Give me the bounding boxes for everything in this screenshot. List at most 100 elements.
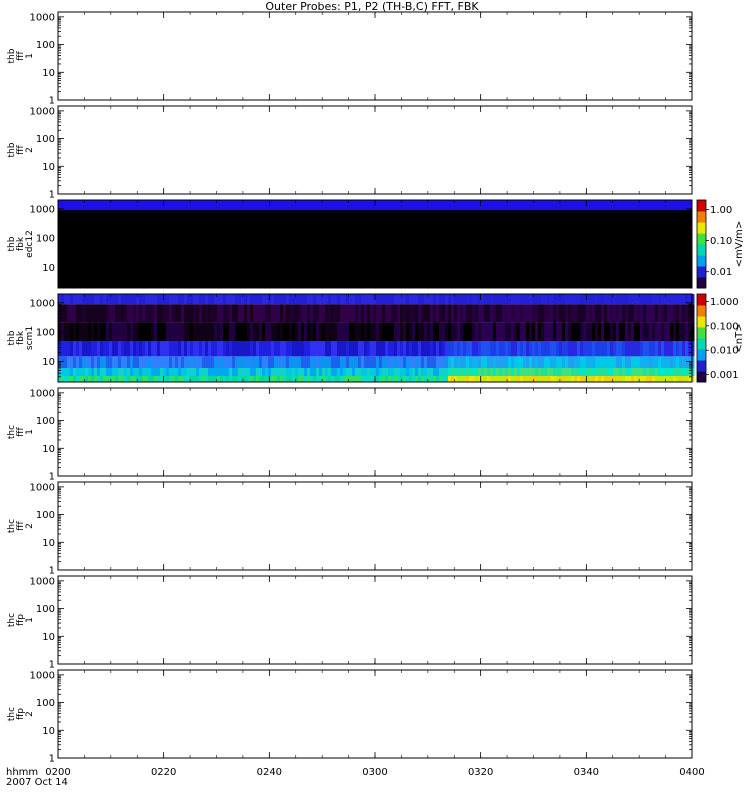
scm1-cell	[118, 368, 122, 377]
scm1-cell	[523, 304, 527, 323]
scm1-cell	[583, 340, 587, 357]
scm1-cell	[616, 340, 620, 357]
scm1-cell	[517, 340, 521, 357]
scm1-cell	[445, 368, 449, 377]
scm1-cell	[388, 340, 392, 357]
scm1-cell	[511, 322, 515, 341]
scm1-cell	[382, 368, 386, 377]
scm1-cell	[478, 340, 482, 357]
scm1-cell	[658, 368, 662, 377]
scm1-cell	[445, 322, 449, 341]
scm1-cell	[391, 356, 395, 369]
scm1-cell	[364, 304, 368, 323]
scm1-cell	[577, 340, 581, 357]
scm1-cell	[259, 304, 263, 323]
scm1-cell	[157, 376, 161, 382]
scm1-cell	[175, 356, 179, 369]
scm1-cell	[619, 368, 623, 377]
scm1-cell	[334, 322, 338, 341]
y-tick-label: 1000	[30, 670, 55, 681]
scm1-cell	[262, 304, 266, 323]
scm1-cell	[382, 294, 386, 305]
scm1-cell	[64, 294, 68, 305]
scm1-cell	[319, 322, 323, 341]
scm1-cell	[103, 294, 107, 305]
scm1-cell	[382, 340, 386, 357]
scm1-cell	[274, 340, 278, 357]
scm1-cell	[268, 304, 272, 323]
scm1-cell	[232, 376, 236, 382]
scm1-cell	[130, 294, 134, 305]
scm1-cell	[505, 368, 509, 377]
scm1-cell	[334, 368, 338, 377]
scm1-cell	[340, 368, 344, 377]
scm1-cell	[283, 294, 287, 305]
scm1-cell	[226, 294, 230, 305]
scm1-cell	[460, 294, 464, 305]
scm1-cell	[544, 294, 548, 305]
scm1-cell	[688, 322, 692, 341]
scm1-cell	[112, 376, 116, 382]
scm1-cell	[184, 340, 188, 357]
scm1-cell	[556, 322, 560, 341]
scm1-cell	[130, 340, 134, 357]
scm1-cell	[484, 322, 488, 341]
scm1-cell	[112, 294, 116, 305]
scm1-cell	[664, 304, 668, 323]
scm1-cell	[487, 376, 491, 382]
scm1-cell	[376, 356, 380, 369]
scm1-cell	[277, 340, 281, 357]
scm1-cell	[628, 340, 632, 357]
scm1-cell	[283, 356, 287, 369]
scm1-cell	[142, 376, 146, 382]
scm1-cell	[685, 322, 689, 341]
scm1-cell	[403, 322, 407, 341]
scm1-cell	[247, 356, 251, 369]
scm1-cell	[142, 368, 146, 377]
scm1-cell	[271, 304, 275, 323]
scm1-cell	[421, 356, 425, 369]
scm1-cell	[361, 368, 365, 377]
scm1-cell	[508, 368, 512, 377]
y-tick-label: 10	[42, 162, 55, 173]
scm1-cell	[412, 368, 416, 377]
scm1-cell	[472, 376, 476, 382]
scm1-cell	[178, 376, 182, 382]
scm1-cell	[469, 356, 473, 369]
colorbar-2: 0.010.101.00<mV/m>	[696, 199, 745, 289]
scm1-cell	[208, 368, 212, 377]
scm1-cell	[490, 340, 494, 357]
scm1-cell	[121, 376, 125, 382]
scm1-cell	[82, 322, 86, 341]
scm1-cell	[616, 368, 620, 377]
scm1-cell	[136, 294, 140, 305]
scm1-cell	[496, 376, 500, 382]
scm1-cell	[316, 340, 320, 357]
scm1-cell	[184, 356, 188, 369]
scm1-cell	[589, 376, 593, 382]
scm1-cell	[382, 356, 386, 369]
scm1-cell	[385, 368, 389, 377]
scm1-cell	[118, 294, 122, 305]
scm1-cell	[547, 294, 551, 305]
scm1-cell	[670, 368, 674, 377]
panel-stack: 1101001000thb fff 11101001000thb fff 2101001…	[7, 11, 745, 765]
scm1-cell	[622, 294, 626, 305]
scm1-cell	[283, 368, 287, 377]
scm1-cell	[301, 340, 305, 357]
scm1-cell	[490, 322, 494, 341]
scm1-cell	[634, 368, 638, 377]
colorbar-label: <nT>	[734, 323, 745, 352]
scm1-cell	[370, 294, 374, 305]
scm1-cell	[619, 304, 623, 323]
scm1-cell	[538, 322, 542, 341]
scm1-cell	[70, 322, 74, 341]
scm1-cell	[337, 376, 341, 382]
scm1-cell	[97, 322, 101, 341]
scm1-cell	[319, 304, 323, 323]
y-tick-label: 1000	[30, 12, 55, 23]
panel-7-frame	[57, 669, 693, 759]
scm1-cell	[346, 368, 350, 377]
scm1-cell	[328, 356, 332, 369]
scm1-cell	[670, 304, 674, 323]
